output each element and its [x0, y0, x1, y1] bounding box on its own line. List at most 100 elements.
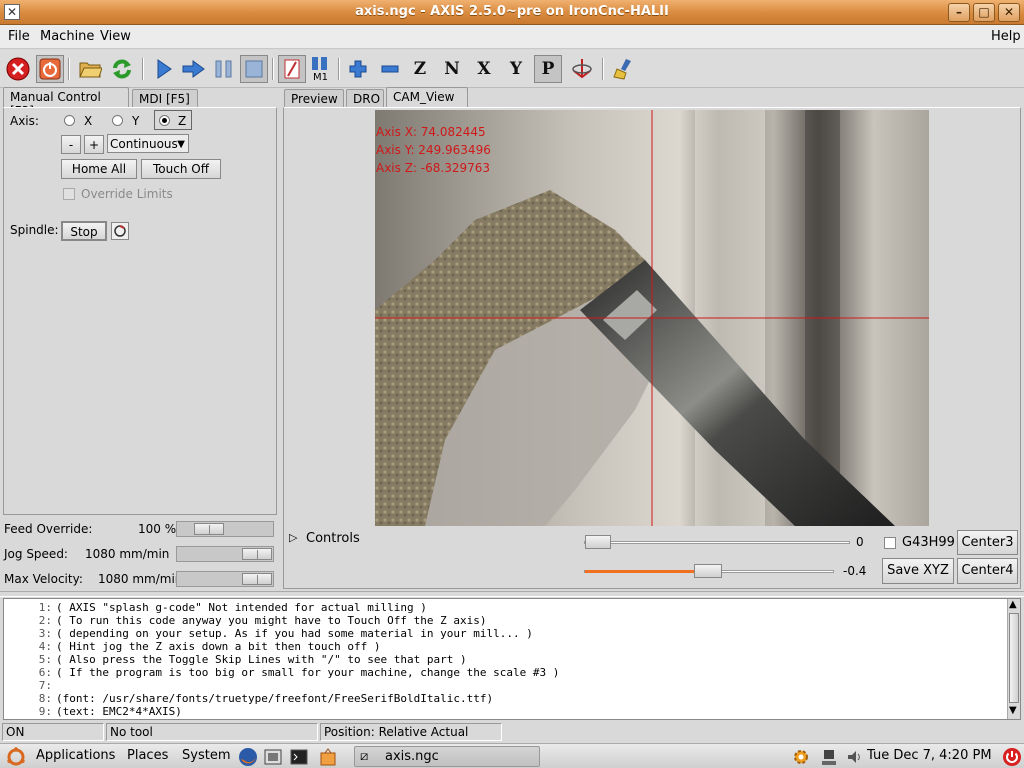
estop-icon[interactable]: [4, 55, 32, 83]
slider-thumb[interactable]: [694, 564, 722, 578]
menu-view[interactable]: View: [100, 29, 131, 44]
settings-gear-icon[interactable]: [791, 747, 811, 767]
firefox-icon[interactable]: [238, 747, 258, 767]
scroll-down-icon[interactable]: ▼: [1009, 705, 1017, 716]
touch-off-button[interactable]: Touch Off: [141, 159, 221, 179]
run-icon[interactable]: [150, 55, 178, 83]
cam-slider-2-fill: [585, 570, 695, 573]
override-limits-checkbox[interactable]: [63, 188, 75, 200]
manual-control-panel: Axis: X Y Z - + Continuous ▼ Home All To…: [3, 107, 277, 515]
tab-mdi[interactable]: MDI [F5]: [132, 89, 198, 109]
axis-z-radio[interactable]: [159, 115, 170, 126]
gcode-text-view[interactable]: 1: ( AXIS "splash g-code" Not intended fo…: [3, 598, 1021, 720]
power-off-icon[interactable]: [1002, 747, 1022, 767]
controls-expander-label[interactable]: Controls: [306, 531, 360, 546]
spindle-direction-icon[interactable]: [111, 222, 129, 240]
reload-icon[interactable]: [108, 55, 136, 83]
clock[interactable]: Tue Dec 7, 4:20 PM: [867, 748, 992, 763]
skip-lines-icon[interactable]: [278, 55, 306, 83]
slider-thumb[interactable]: [585, 535, 611, 549]
gcode-line[interactable]: 8: (font: /usr/share/fonts/truetype/freef…: [4, 692, 493, 705]
window-titlebar[interactable]: ✕ axis.ngc - AXIS 2.5.0~pre on IronCnc-H…: [0, 0, 1024, 25]
pause-icon[interactable]: [210, 55, 238, 83]
gcode-line-number: 8:: [38, 692, 52, 705]
gcode-line[interactable]: 9: (text: EMC2*4*AXIS): [4, 705, 182, 718]
jog-speed-value: 1080 mm/min: [85, 547, 170, 561]
scroll-up-icon[interactable]: ▲: [1009, 599, 1017, 610]
save-xyz-button[interactable]: Save XYZ: [882, 558, 954, 584]
axis-y-radio[interactable]: [112, 115, 123, 126]
gcode-line[interactable]: 1: ( AXIS "splash g-code" Not intended fo…: [4, 601, 427, 614]
volume-icon[interactable]: [845, 747, 865, 767]
network-icon[interactable]: [820, 747, 840, 767]
gcode-line-text: ( To run this code anyway you might have…: [56, 614, 487, 627]
cam-slider-1[interactable]: [584, 541, 850, 544]
stop-icon[interactable]: [240, 55, 268, 83]
tab-dro[interactable]: DRO: [346, 89, 384, 109]
camera-feed-image[interactable]: Axis X: 74.082445 Axis Y: 249.963496 Axi…: [375, 110, 929, 526]
jog-minus-button[interactable]: -: [61, 135, 81, 154]
view-y-icon[interactable]: Y: [502, 55, 530, 83]
view-z-icon[interactable]: Z: [406, 55, 434, 83]
center4-button[interactable]: Center4: [957, 558, 1018, 584]
pane-divider[interactable]: [0, 591, 1024, 597]
max-velocity-slider[interactable]: [176, 571, 274, 587]
gcode-scrollbar[interactable]: ▲ ▼: [1007, 599, 1020, 719]
minimize-button[interactable]: –: [948, 3, 970, 22]
center3-button[interactable]: Center3: [957, 530, 1018, 555]
step-icon[interactable]: [180, 55, 208, 83]
menu-help[interactable]: Help: [991, 29, 1021, 44]
tab-manual-control[interactable]: Manual Control [F3]: [3, 87, 129, 118]
task-axis-ngc[interactable]: ⧄ axis.ngc: [354, 746, 540, 767]
jog-plus-button[interactable]: +: [84, 135, 104, 154]
clear-plot-icon[interactable]: [610, 55, 638, 83]
expander-triangle-icon[interactable]: ▷: [289, 531, 297, 544]
feed-override-slider[interactable]: [176, 521, 274, 537]
view-x-icon[interactable]: X: [470, 55, 498, 83]
system-menu[interactable]: System: [182, 748, 230, 763]
slider-thumb[interactable]: [242, 548, 272, 560]
ubuntu-logo-icon[interactable]: [6, 747, 26, 767]
jog-speed-slider[interactable]: [176, 546, 274, 562]
close-button[interactable]: ✕: [998, 3, 1020, 22]
zoom-in-icon[interactable]: [344, 55, 372, 83]
zoom-out-icon[interactable]: [376, 55, 404, 83]
gcode-line[interactable]: 2: ( To run this code anyway you might ha…: [4, 614, 487, 627]
axis-z-selected[interactable]: Z: [154, 110, 192, 130]
tab-preview[interactable]: Preview: [284, 89, 344, 109]
machine-state: ON: [2, 723, 104, 741]
gcode-line[interactable]: 6: ( If the program is too big or small f…: [4, 666, 560, 679]
open-icon[interactable]: [76, 55, 104, 83]
places-menu[interactable]: Places: [127, 748, 168, 763]
menu-machine[interactable]: Machine: [40, 29, 94, 44]
gcode-line[interactable]: 7:: [4, 679, 56, 692]
maximize-button[interactable]: □: [973, 3, 995, 22]
view-p-icon[interactable]: P: [534, 55, 562, 83]
screenshot-icon[interactable]: [263, 747, 283, 767]
applications-menu[interactable]: Applications: [36, 748, 115, 763]
gcode-line-text: ( Also press the Toggle Skip Lines with …: [56, 653, 467, 666]
gcode-line[interactable]: 5: ( Also press the Toggle Skip Lines wit…: [4, 653, 467, 666]
status-bar: ON No tool Position: Relative Actual: [0, 722, 1024, 742]
terminal-icon[interactable]: [289, 747, 309, 767]
gcode-line[interactable]: 4: ( Hint jog the Z axis down a bit then …: [4, 640, 381, 653]
g43h99-checkbox[interactable]: [884, 537, 896, 549]
jog-mode-select[interactable]: Continuous ▼: [107, 134, 189, 153]
menu-file[interactable]: File: [8, 29, 30, 44]
gcode-line[interactable]: 3: ( depending on your setup. As if you h…: [4, 627, 533, 640]
update-icon[interactable]: [318, 747, 338, 767]
scroll-thumb[interactable]: [1009, 613, 1019, 703]
slider-thumb[interactable]: [194, 523, 224, 535]
home-all-button[interactable]: Home All: [61, 159, 137, 179]
gcode-line-number: 1:: [38, 601, 52, 614]
optional-stop-icon[interactable]: M1: [306, 55, 334, 83]
spindle-stop-button[interactable]: Stop: [61, 221, 107, 241]
axis-x-radio[interactable]: [64, 115, 75, 126]
rotate-icon[interactable]: [568, 55, 596, 83]
power-icon[interactable]: [36, 55, 64, 83]
slider-thumb[interactable]: [242, 573, 272, 585]
tab-cam-view[interactable]: CAM_View: [386, 87, 468, 109]
max-velocity-label: Max Velocity:: [4, 572, 83, 586]
jog-mode-value: Continuous: [110, 137, 178, 151]
view-z2-icon[interactable]: N: [438, 55, 466, 83]
